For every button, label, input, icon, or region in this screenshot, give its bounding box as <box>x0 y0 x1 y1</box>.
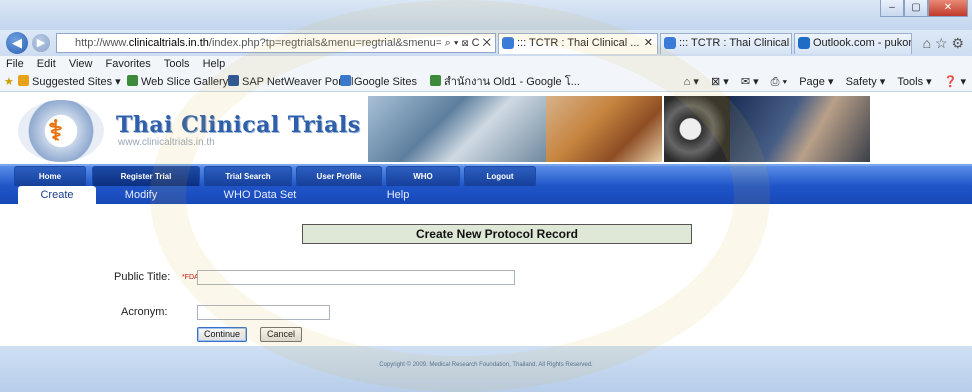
tab-tctr-2[interactable]: ::: TCTR : Thai Clinical Tria... <box>660 33 792 54</box>
sap-icon <box>228 75 239 86</box>
tab-tctr-active[interactable]: ::: TCTR : Thai Clinical ... ✕ <box>498 33 658 54</box>
command-bar: ⌂ ▾ ⊠ ▾ ✉ ▾ ⎙ ▾ Page ▾ Safety ▾ Tools ▾ … <box>675 72 966 92</box>
url-host: clinicaltrials.in.th <box>128 37 209 49</box>
maximize-button[interactable]: ▢ <box>904 0 928 17</box>
page-footer: Copyright © 2009. Medical Research Found… <box>0 346 972 392</box>
favorites-bar: ★ Suggested Sites ▾ Web Slice Gallery ▾ … <box>0 72 972 92</box>
menu-edit[interactable]: Edit <box>37 58 56 70</box>
help-icon[interactable]: ❓ ▾ <box>944 76 966 88</box>
banner-photo-doctor <box>730 96 870 162</box>
banner-photo-pills <box>546 96 662 162</box>
tab-outlook[interactable]: Outlook.com - pukor5@h... <box>794 33 912 54</box>
print-icon[interactable]: ⎙ ▾ <box>771 76 787 88</box>
tab-label: ::: TCTR : Thai Clinical Tria... <box>679 37 791 49</box>
subnav-create[interactable]: Create <box>18 186 96 204</box>
tab-label: Outlook.com - pukor5@h... <box>813 37 912 49</box>
nav-who[interactable]: WHO <box>386 166 460 186</box>
address-bar[interactable]: http://www.clinicaltrials.in.th/index.ph… <box>56 33 496 53</box>
home-icon[interactable]: ⌂ ▾ <box>684 76 699 88</box>
public-title-label: Public Title: <box>114 271 171 283</box>
subnav-who-data-set[interactable]: WHO Data Set <box>212 186 308 204</box>
home-star-gear-icons[interactable]: ⌂ ☆ ⚙ <box>923 35 964 52</box>
safety-menu[interactable]: Safety ▾ <box>846 76 886 88</box>
suggested-sites-icon <box>18 75 29 86</box>
fav-suggested-sites[interactable]: Suggested Sites ▾ <box>18 72 121 92</box>
outlook-icon <box>798 37 810 49</box>
banner-photo-gauge <box>664 96 730 162</box>
address-row: ◀ ▶ http://www.clinicaltrials.in.th/inde… <box>0 30 972 56</box>
copyright-text: Copyright © 2009. Medical Research Found… <box>379 362 593 368</box>
nav-trial-search[interactable]: Trial Search <box>204 166 292 186</box>
tab-label: ::: TCTR : Thai Clinical ... <box>517 37 640 49</box>
site-banner: ⚕ Thai Clinical Trials Registry www.clin… <box>0 92 972 164</box>
close-window-button[interactable]: ✕ <box>928 0 968 17</box>
nav-home[interactable]: Home <box>14 166 86 186</box>
subnav-modify[interactable]: Modify <box>104 186 178 204</box>
fav-google-sites[interactable]: Google Sites <box>340 72 417 92</box>
close-tab-icon[interactable]: ✕ <box>644 34 653 53</box>
menu-help[interactable]: Help <box>203 58 226 70</box>
page-menu[interactable]: Page ▾ <box>799 76 833 88</box>
nav-register-trial[interactable]: Register Trial <box>92 166 200 186</box>
cancel-button[interactable]: Cancel <box>260 327 303 342</box>
menu-tools[interactable]: Tools <box>164 58 190 70</box>
fav-old1[interactable]: สำนักงาน Old1 - Google โ... <box>430 72 580 92</box>
fav-web-slice[interactable]: Web Slice Gallery ▾ <box>127 72 237 92</box>
acronym-label: Acronym: <box>121 306 168 318</box>
continue-button[interactable]: Continue <box>197 327 248 342</box>
acronym-input[interactable] <box>197 305 330 320</box>
site-logo: ⚕ <box>18 100 104 162</box>
site-subtitle: www.clinicaltrials.in.th <box>118 137 215 148</box>
web-page: ⚕ Thai Clinical Trials Registry www.clin… <box>0 92 972 392</box>
browser-titlebar: – ▢ ✕ <box>0 0 972 30</box>
subnav-help[interactable]: Help <box>370 186 426 204</box>
form-area: Create New Protocol Record Public Title:… <box>0 204 972 346</box>
menu-favorites[interactable]: Favorites <box>106 58 151 70</box>
form-title: Create New Protocol Record <box>302 224 692 244</box>
main-nav: Home Register Trial Trial Search User Pr… <box>0 164 972 186</box>
google-sites-icon <box>340 75 351 86</box>
url-path: /index.php?tp=regtrials&menu=regtrial&sm… <box>208 37 476 49</box>
nav-user-profile[interactable]: User Profile <box>296 166 382 186</box>
ie-page-icon <box>664 37 676 49</box>
caduceus-icon: ⚕ <box>48 115 64 146</box>
public-title-input[interactable] <box>197 270 515 285</box>
web-slice-icon <box>127 75 138 86</box>
banner-photo-computer <box>368 96 546 162</box>
favorites-star-icon[interactable]: ★ <box>4 72 14 92</box>
menu-bar: File Edit View Favorites Tools Help <box>0 56 972 72</box>
menu-file[interactable]: File <box>6 58 24 70</box>
nav-logout[interactable]: Logout <box>464 166 536 186</box>
window-controls: – ▢ ✕ <box>880 0 968 17</box>
forward-arrow-icon[interactable]: ▶ <box>32 34 50 52</box>
ie-page-icon <box>502 37 514 49</box>
mail-icon[interactable]: ✉ ▾ <box>741 76 759 88</box>
back-arrow-icon[interactable]: ◀ <box>6 32 28 54</box>
feeds-icon[interactable]: ⊠ ▾ <box>711 76 729 88</box>
address-bar-icons[interactable]: ⌕ ▾ ⊠ C ✕ <box>440 34 491 52</box>
sub-nav: Create Modify WHO Data Set Help <box>0 186 972 204</box>
url-prefix: http://www. <box>75 37 129 49</box>
tools-menu[interactable]: Tools ▾ <box>897 76 931 88</box>
fav-sap-portal[interactable]: SAP NetWeaver Portal <box>228 72 353 92</box>
minimize-button[interactable]: – <box>880 0 904 17</box>
page-icon <box>430 75 441 86</box>
menu-view[interactable]: View <box>69 58 93 70</box>
